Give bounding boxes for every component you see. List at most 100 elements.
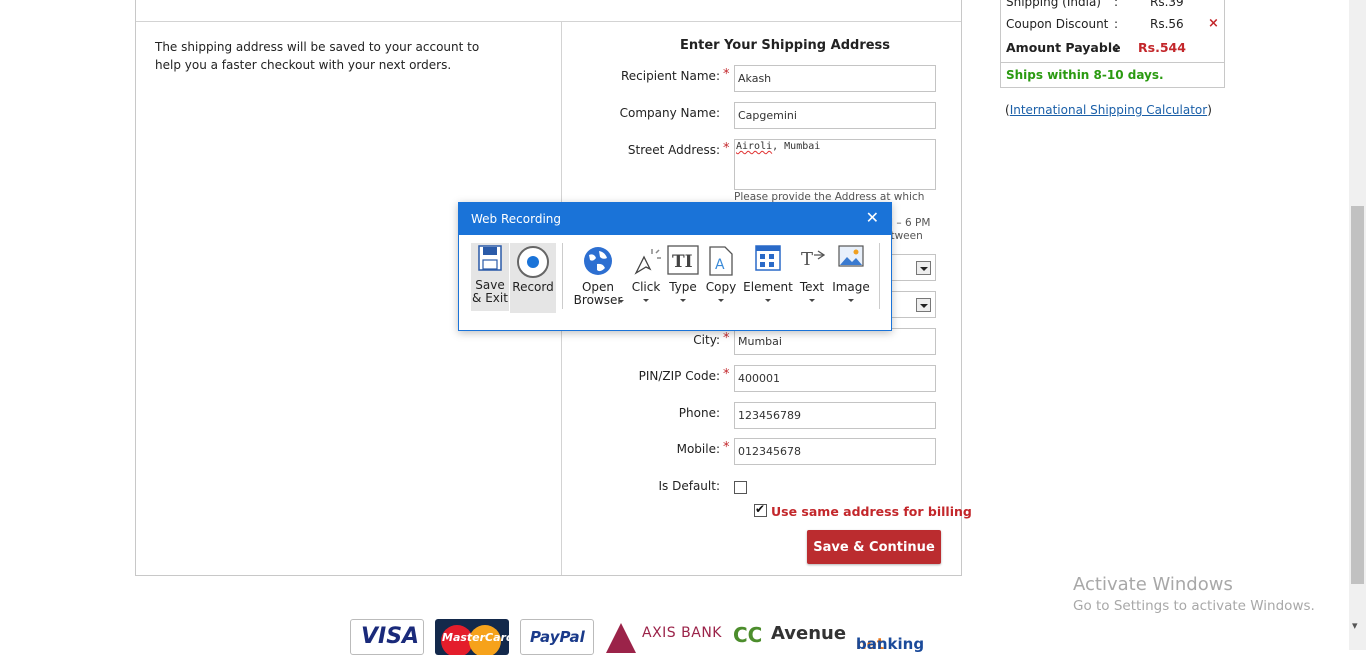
click-button[interactable]: Click	[629, 243, 663, 313]
page-scrollbar[interactable]: ▾	[1349, 0, 1366, 650]
image-button[interactable]: Image	[831, 243, 871, 313]
record-label: Record	[512, 280, 554, 294]
paypal-logo-text: PayPal	[530, 628, 585, 646]
dropdown-caret-icon	[848, 299, 854, 302]
record-button[interactable]: Record	[510, 243, 556, 313]
type-label: Type	[669, 280, 697, 294]
mastercard-logo-text: MasterCard	[442, 631, 509, 644]
required-mark: *	[723, 67, 730, 82]
scroll-down-arrow-icon[interactable]: ▾	[1352, 619, 1358, 632]
image-label: Image	[832, 280, 870, 294]
web-recording-title: Web Recording	[471, 212, 561, 226]
dropdown-caret-icon	[643, 299, 649, 302]
web-recording-titlebar[interactable]: Web Recording ✕	[459, 203, 891, 235]
globe-icon	[584, 247, 612, 275]
phone-field[interactable]: 123456789	[734, 402, 936, 429]
summary-coupon-value: Rs.56	[1150, 17, 1184, 31]
phone-label: Phone:	[678, 406, 720, 420]
required-mark: *	[723, 367, 730, 382]
pin-label: PIN/ZIP Code:	[638, 369, 720, 383]
recipient-name-field[interactable]: Akash	[734, 65, 936, 92]
summary-payable-label: Amount Payable	[1006, 40, 1121, 55]
svg-text:TI: TI	[672, 252, 693, 272]
ccavenue-logo-cc: CC	[733, 623, 763, 647]
street-value-part1: Airoli	[736, 141, 773, 152]
record-icon	[517, 246, 549, 278]
required-mark: *	[723, 141, 730, 156]
cursor-click-icon	[634, 249, 661, 275]
type-text-icon: TI	[667, 245, 699, 275]
summary-coupon-label: Coupon Discount	[1006, 17, 1109, 31]
panel-divider-horizontal	[136, 21, 961, 22]
city-label: City:	[693, 333, 720, 347]
save-exit-label-2: & Exit	[472, 291, 508, 305]
scrollbar-thumb[interactable]	[1351, 206, 1364, 584]
close-icon[interactable]: ✕	[866, 208, 879, 227]
company-label: Company Name:	[619, 106, 720, 120]
element-label: Element	[743, 280, 793, 294]
company-name-field[interactable]: Capgemini	[734, 102, 936, 129]
save-icon	[478, 245, 502, 271]
ccavenue-logo-text: Avenue	[771, 623, 846, 644]
copy-document-icon: A	[709, 246, 733, 276]
remove-coupon-icon[interactable]: ×	[1208, 16, 1219, 31]
street-value-part2: , Mumbai	[772, 141, 821, 152]
required-mark: *	[723, 331, 730, 346]
mobile-field[interactable]: 012345678	[734, 438, 936, 465]
summary-shipping-label: Shipping (India)	[1006, 0, 1101, 9]
text-extract-icon: T	[801, 249, 825, 270]
pin-code-field[interactable]: 400001	[734, 365, 936, 392]
svg-text:A: A	[715, 257, 725, 273]
save-exit-button[interactable]: Save & Exit	[471, 243, 509, 311]
same-billing-label: Use same address for billing	[771, 504, 972, 519]
shipping-calculator-link[interactable]: International Shipping Calculator	[1010, 103, 1208, 117]
summary-payable-value: Rs.544	[1138, 40, 1186, 55]
dropdown-caret-icon	[765, 299, 771, 302]
activate-windows-title: Activate Windows	[1073, 574, 1233, 595]
chevron-down-icon	[916, 298, 931, 312]
summary-colon: :	[1114, 0, 1119, 9]
click-label: Click	[631, 280, 661, 294]
image-icon	[838, 245, 864, 267]
form-title: Enter Your Shipping Address	[679, 38, 891, 53]
required-mark: *	[723, 440, 730, 455]
dropdown-caret-icon	[680, 299, 686, 302]
recipient-label: Recipient Name:	[620, 69, 720, 83]
ships-within-text: Ships within 8-10 days.	[1006, 68, 1164, 82]
toolbar-separator	[562, 243, 563, 309]
street-address-field[interactable]: Airoli, Mumbai	[734, 139, 936, 190]
toolbar-separator	[879, 243, 880, 309]
summary-colon: :	[1114, 40, 1119, 54]
dropdown-caret-icon	[809, 299, 815, 302]
svg-text:T: T	[801, 249, 813, 270]
street-label: Street Address:	[627, 143, 720, 157]
text-label: Text	[799, 280, 825, 294]
city-field[interactable]: Mumbai	[734, 328, 936, 355]
shipping-note: The shipping address will be saved to yo…	[155, 40, 480, 72]
chevron-down-icon	[916, 261, 931, 275]
summary-shipping-value: Rs.39	[1150, 0, 1184, 9]
dropdown-caret-icon	[618, 300, 624, 303]
activate-windows-subtitle: Go to Settings to activate Windows.	[1073, 598, 1315, 614]
text-button[interactable]: T Text	[797, 243, 827, 313]
shipping-calculator: (International Shipping Calculator)	[1005, 103, 1212, 117]
element-grid-icon	[755, 245, 781, 271]
calc-close-paren: )	[1207, 103, 1212, 117]
copy-button[interactable]: A Copy	[703, 243, 739, 313]
copy-label: Copy	[705, 280, 737, 294]
is-default-label: Is Default:	[658, 479, 721, 493]
summary-colon: :	[1114, 17, 1119, 31]
open-browser-button[interactable]: Open Browser	[569, 243, 627, 313]
netbanking-logo-banking: banking	[856, 635, 925, 653]
is-default-checkbox[interactable]	[734, 481, 747, 494]
web-recording-dialog: Web Recording ✕ Save & Exit Record Open …	[458, 202, 892, 331]
visa-logo-text: VISA	[361, 624, 420, 649]
axis-bank-logo-text: AXIS BANK	[642, 625, 722, 641]
same-billing-checkbox[interactable]	[754, 502, 767, 517]
summary-divider	[1000, 62, 1225, 63]
element-button[interactable]: Element	[743, 243, 793, 313]
dropdown-caret-icon	[718, 299, 724, 302]
save-continue-button[interactable]: Save & Continue	[807, 530, 941, 564]
mobile-label: Mobile:	[676, 442, 720, 456]
type-button[interactable]: TI Type	[665, 243, 701, 313]
